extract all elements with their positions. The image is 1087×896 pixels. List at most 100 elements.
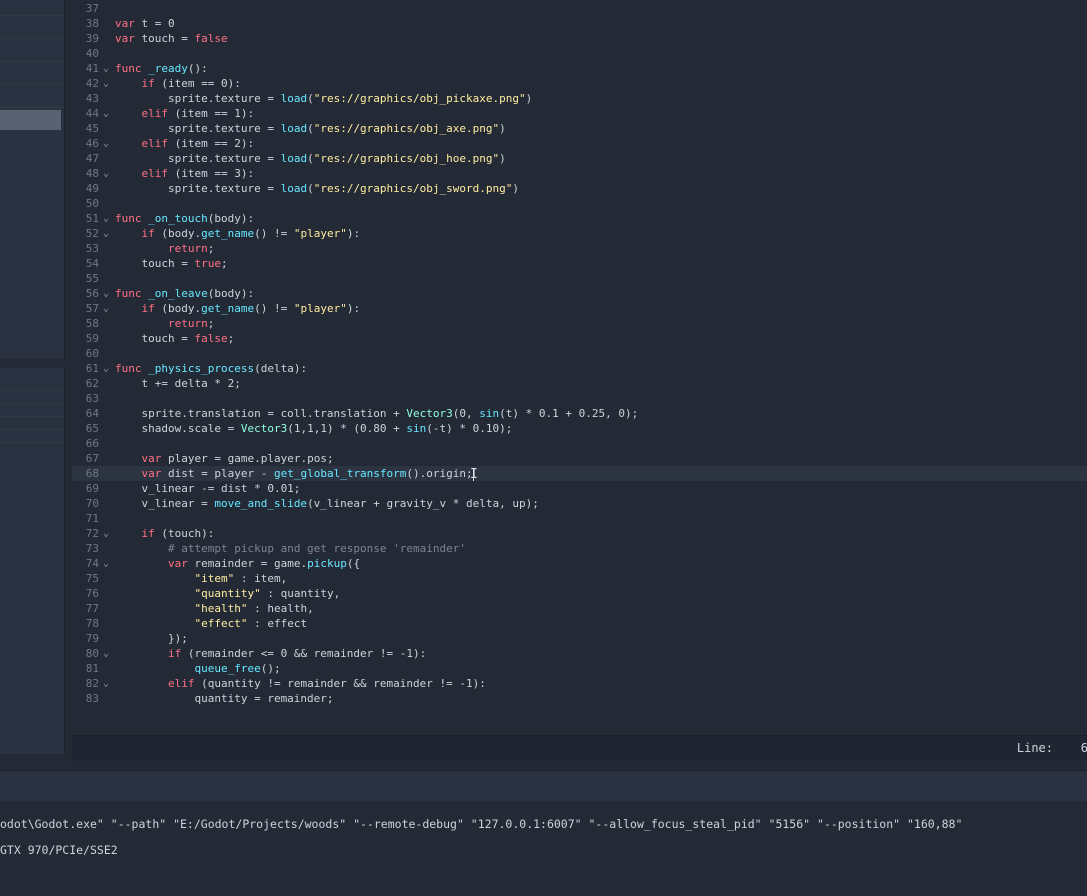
code-line[interactable]: 37	[72, 1, 1087, 16]
code-line[interactable]: 59 touch = false;	[72, 331, 1087, 346]
tree-row[interactable]	[0, 39, 64, 62]
code-text: sprite.texture = load("res://graphics/ob…	[115, 182, 520, 195]
code-line[interactable]: 64 sprite.translation = coll.translation…	[72, 406, 1087, 421]
code-line[interactable]: 46 ⌄ elif (item == 2):	[72, 136, 1087, 151]
code-line[interactable]: 57 ⌄ if (body.get_name() != "player"):	[72, 301, 1087, 316]
tree-row[interactable]	[0, 16, 64, 39]
code-line[interactable]: 79 });	[72, 631, 1087, 646]
code-line[interactable]: 42 ⌄ if (item == 0):	[72, 76, 1087, 91]
line-number: 67	[85, 452, 99, 465]
code-line[interactable]: 69 v_linear -= dist * 0.01;	[72, 481, 1087, 496]
code-line[interactable]: 62 t += delta * 2;	[72, 376, 1087, 391]
line-number: 41	[85, 62, 99, 75]
code-line[interactable]: 71	[72, 511, 1087, 526]
code-line[interactable]: 53 return;	[72, 241, 1087, 256]
code-line[interactable]: 52 ⌄ if (body.get_name() != "player"):	[72, 226, 1087, 241]
tree-row[interactable]	[0, 85, 64, 108]
panel-splitter[interactable]	[0, 762, 1087, 770]
inspector-row[interactable]	[0, 430, 64, 443]
code-line[interactable]: 60	[72, 346, 1087, 361]
code-text: t += delta * 2;	[115, 377, 241, 390]
code-text: var t = 0	[115, 17, 175, 30]
code-line[interactable]: 66	[72, 436, 1087, 451]
fold-arrow-icon[interactable]: ⌄	[103, 136, 113, 151]
code-line[interactable]: 82 ⌄ elif (quantity != remainder && remai…	[72, 676, 1087, 691]
fold-arrow-icon[interactable]: ⌄	[103, 76, 113, 91]
code-editor[interactable]: 37 38 var t = 0 39 var touch = false 40 41 ⌄ fun…	[72, 0, 1087, 733]
code-line[interactable]: 47 sprite.texture = load("res://graphics…	[72, 151, 1087, 166]
inspector-row[interactable]	[0, 368, 64, 391]
code-line[interactable]: 41 ⌄ func _ready():	[72, 61, 1087, 76]
code-line[interactable]: 63	[72, 391, 1087, 406]
inspector-row[interactable]	[0, 404, 64, 417]
fold-arrow-icon[interactable]: ⌄	[103, 106, 113, 121]
inspector-row[interactable]	[0, 417, 64, 430]
code-line[interactable]: 83 quantity = remainder;	[72, 691, 1087, 706]
fold-arrow-icon[interactable]: ⌄	[103, 556, 113, 571]
code-line[interactable]: 39 var touch = false	[72, 31, 1087, 46]
code-line[interactable]: 61 ⌄ func _physics_process(delta):	[72, 361, 1087, 376]
code-line[interactable]: 38 var t = 0	[72, 16, 1087, 31]
fold-arrow-icon[interactable]: ⌄	[103, 211, 113, 226]
fold-arrow-icon[interactable]: ⌄	[103, 526, 113, 541]
code-line[interactable]: 77 "health" : health,	[72, 601, 1087, 616]
fold-arrow-icon[interactable]: ⌄	[103, 301, 113, 316]
line-number: 47	[85, 152, 99, 165]
code-line[interactable]: 70 v_linear = move_and_slide(v_linear + …	[72, 496, 1087, 511]
code-line[interactable]: 51 ⌄ func _on_touch(body):	[72, 211, 1087, 226]
line-number: 68	[85, 467, 99, 480]
code-line[interactable]: 54 touch = true;	[72, 256, 1087, 271]
tree-row-selected[interactable]	[0, 110, 61, 130]
code-line[interactable]: 65 shadow.scale = Vector3(1,1,1) * (0.80…	[72, 421, 1087, 436]
code-line[interactable]: 73 # attempt pickup and get response 're…	[72, 541, 1087, 556]
code-line[interactable]: 80 ⌄ if (remainder <= 0 && remainder != -…	[72, 646, 1087, 661]
code-line[interactable]: 74 ⌄ var remainder = game.pickup({	[72, 556, 1087, 571]
fold-arrow-icon[interactable]: ⌄	[103, 226, 113, 241]
tree-row[interactable]	[0, 62, 64, 85]
code-text: sprite.texture = load("res://graphics/ob…	[115, 122, 506, 135]
code-text: return;	[167, 242, 215, 255]
line-number: 59	[85, 332, 99, 345]
code-text: quantity = remainder;	[115, 692, 334, 705]
code-line[interactable]: 76 "quantity" : quantity,	[72, 586, 1087, 601]
code-line[interactable]: 68 var dist = player - get_global_transf…	[72, 466, 1087, 481]
code-text: func _physics_process(delta):	[115, 362, 308, 375]
code-text: return;	[167, 317, 215, 330]
code-line[interactable]: 45 sprite.texture = load("res://graphics…	[72, 121, 1087, 136]
code-line[interactable]: 43 sprite.texture = load("res://graphics…	[72, 91, 1087, 106]
code-text: if (body.get_name() != "player"):	[141, 302, 361, 315]
code-line[interactable]: 58 return;	[72, 316, 1087, 331]
code-line[interactable]: 81 queue_free();	[72, 661, 1087, 676]
code-line[interactable]: 44 ⌄ elif (item == 1):	[72, 106, 1087, 121]
fold-arrow-icon[interactable]: ⌄	[103, 361, 113, 376]
code-text: if (touch):	[141, 527, 215, 540]
fold-arrow-icon[interactable]: ⌄	[103, 61, 113, 76]
output-panel-header	[0, 770, 1087, 802]
code-line[interactable]: 48 ⌄ elif (item == 3):	[72, 166, 1087, 181]
inspector-row[interactable]	[0, 391, 64, 404]
line-number: 63	[85, 392, 99, 405]
code-line[interactable]: 75 "item" : item,	[72, 571, 1087, 586]
code-line[interactable]: 49 sprite.texture = load("res://graphics…	[72, 181, 1087, 196]
code-line[interactable]: 40	[72, 46, 1087, 61]
line-number: 43	[85, 92, 99, 105]
code-text: });	[115, 632, 188, 645]
fold-arrow-icon[interactable]: ⌄	[103, 286, 113, 301]
line-number: 83	[85, 692, 99, 705]
fold-arrow-icon[interactable]: ⌄	[103, 646, 113, 661]
code-line[interactable]: 72 ⌄ if (touch):	[72, 526, 1087, 541]
line-number: 58	[85, 317, 99, 330]
code-line[interactable]: 55	[72, 271, 1087, 286]
code-line[interactable]: 78 "effect" : effect	[72, 616, 1087, 631]
tree-row[interactable]	[0, 0, 64, 16]
line-number: 76	[85, 587, 99, 600]
fold-arrow-icon[interactable]: ⌄	[103, 676, 113, 691]
code-text: if (remainder <= 0 && remainder != -1):	[167, 647, 427, 660]
fold-arrow-icon[interactable]: ⌄	[103, 166, 113, 181]
code-line[interactable]: 50	[72, 196, 1087, 211]
line-number: 62	[85, 377, 99, 390]
line-number: 79	[85, 632, 99, 645]
code-text: "effect" : effect	[194, 617, 308, 630]
code-line[interactable]: 56 ⌄ func _on_leave(body):	[72, 286, 1087, 301]
code-line[interactable]: 67 var player = game.player.pos;	[72, 451, 1087, 466]
